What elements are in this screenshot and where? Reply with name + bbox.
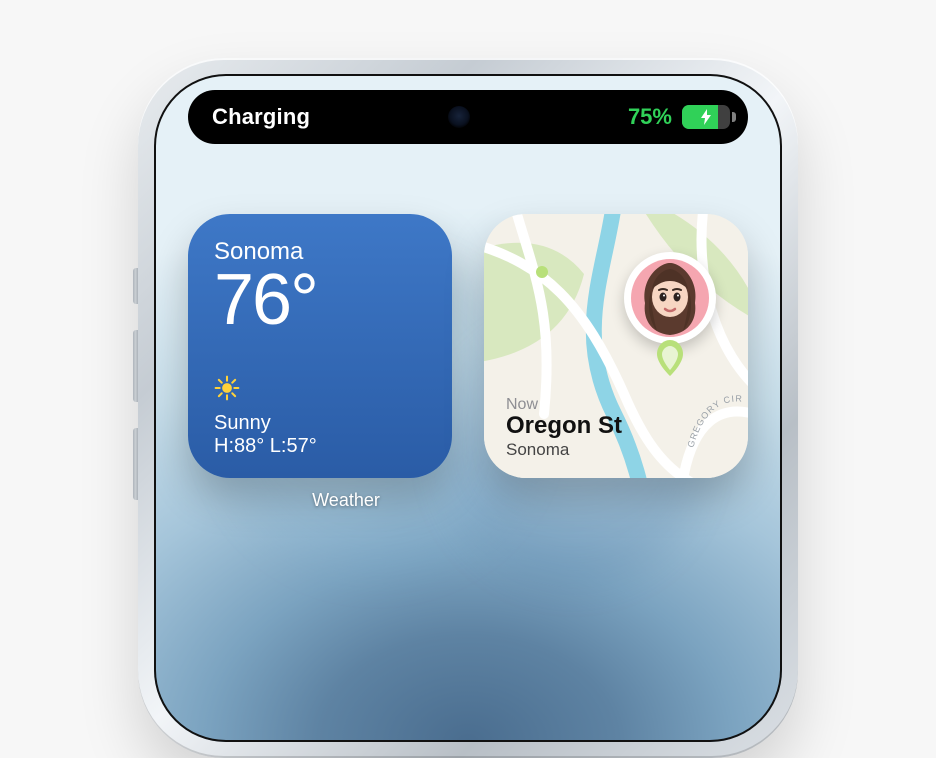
charging-bolt-icon: [700, 109, 712, 125]
dynamic-island-charging[interactable]: Charging 75%: [188, 90, 748, 144]
phone-screen: Charging 75% Sonoma 76°: [154, 74, 782, 742]
iphone-frame: Charging 75% Sonoma 76°: [138, 58, 798, 758]
location-pin: [624, 252, 716, 376]
weather-widget[interactable]: Sonoma 76°: [188, 214, 452, 478]
findmy-place: Oregon St: [506, 412, 622, 440]
weather-condition: Sunny: [214, 412, 426, 435]
front-camera: [448, 106, 470, 128]
pin-tail-icon: [655, 340, 685, 376]
battery-percentage: 75%: [628, 104, 672, 130]
battery-icon: [682, 105, 730, 129]
widgets-row: Sonoma 76°: [188, 214, 748, 478]
charging-label: Charging: [212, 104, 310, 130]
weather-high-low: H:88° L:57°: [214, 435, 426, 458]
widget-label-weather: Weather: [214, 490, 478, 511]
contact-avatar: [631, 259, 709, 337]
find-my-widget[interactable]: GREGORY CIR: [484, 214, 748, 478]
sun-icon: [214, 375, 426, 406]
weather-temperature: 76°: [214, 264, 426, 336]
findmy-sublocation: Sonoma: [506, 440, 622, 460]
